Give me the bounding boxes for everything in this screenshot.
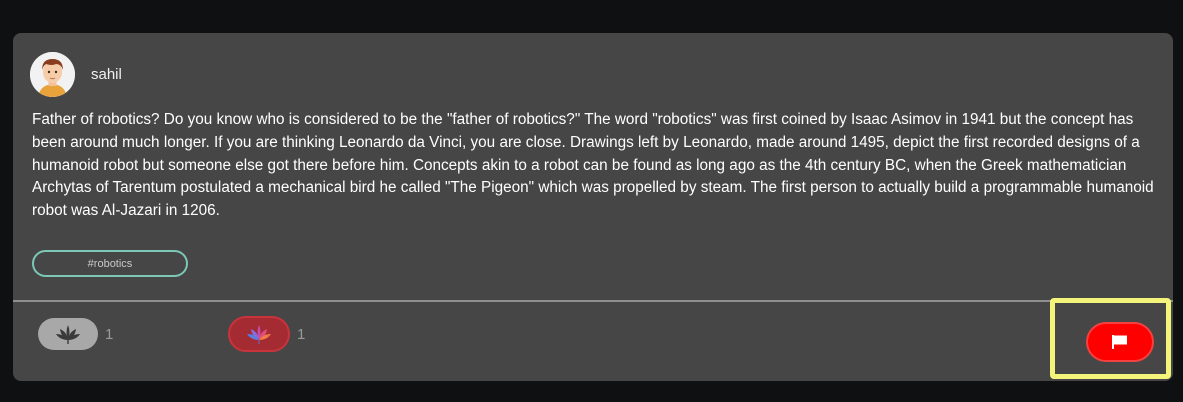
avatar[interactable] bbox=[30, 52, 75, 97]
reaction-count-2: 1 bbox=[297, 325, 306, 343]
divider bbox=[13, 300, 1173, 302]
reaction-button-1[interactable] bbox=[38, 318, 98, 350]
post-body: Father of robotics? Do you know who is c… bbox=[32, 111, 1154, 220]
username[interactable]: sahil bbox=[91, 66, 122, 83]
report-button[interactable] bbox=[1086, 322, 1154, 362]
reaction-button-2[interactable] bbox=[228, 316, 290, 352]
flag-icon bbox=[1112, 335, 1127, 349]
avatar-image bbox=[30, 52, 75, 97]
reaction-count-1: 1 bbox=[105, 325, 114, 343]
post-header: sahil bbox=[30, 52, 122, 97]
post-card: sahil Father of robotics? Do you know wh… bbox=[13, 33, 1173, 381]
reaction-1: 1 bbox=[38, 318, 113, 350]
lotus-icon bbox=[56, 325, 80, 344]
lotus-icon bbox=[247, 325, 271, 344]
reaction-2: 1 bbox=[228, 316, 305, 352]
hashtag-chip[interactable]: #robotics bbox=[32, 250, 188, 277]
